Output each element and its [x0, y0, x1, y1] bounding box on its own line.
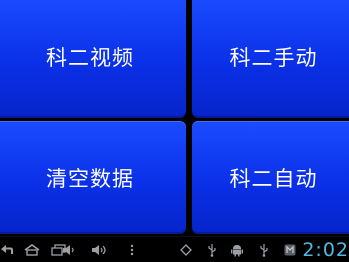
notification-app-icon [283, 241, 297, 259]
android-debug-icon [229, 241, 245, 259]
volume-up-icon[interactable] [90, 241, 108, 259]
manual-mode-button[interactable]: 科二手动 [192, 0, 349, 118]
video-button-label: 科二视频 [46, 46, 134, 70]
back-icon[interactable] [0, 241, 14, 259]
app-screen: 科二视频 科二手动 清空数据 科二自动 2:02 [0, 0, 349, 262]
auto-mode-button[interactable]: 科二自动 [192, 121, 349, 234]
manual-mode-button-label: 科二手动 [229, 46, 318, 70]
screen-rotation-icon [179, 241, 193, 259]
usb-icon [257, 241, 271, 259]
volume-down-icon[interactable] [61, 241, 77, 259]
video-button[interactable]: 科二视频 [0, 0, 186, 118]
usb-icon [205, 241, 219, 259]
status-clock: 2:02 [302, 239, 349, 261]
clear-data-button[interactable]: 清空数据 [0, 121, 186, 234]
auto-mode-button-label: 科二自动 [229, 166, 318, 191]
menu-icon[interactable] [128, 241, 136, 259]
home-icon[interactable] [23, 241, 41, 259]
clear-data-button-label: 清空数据 [46, 166, 134, 191]
system-navigation-bar: 2:02 [0, 236, 349, 262]
